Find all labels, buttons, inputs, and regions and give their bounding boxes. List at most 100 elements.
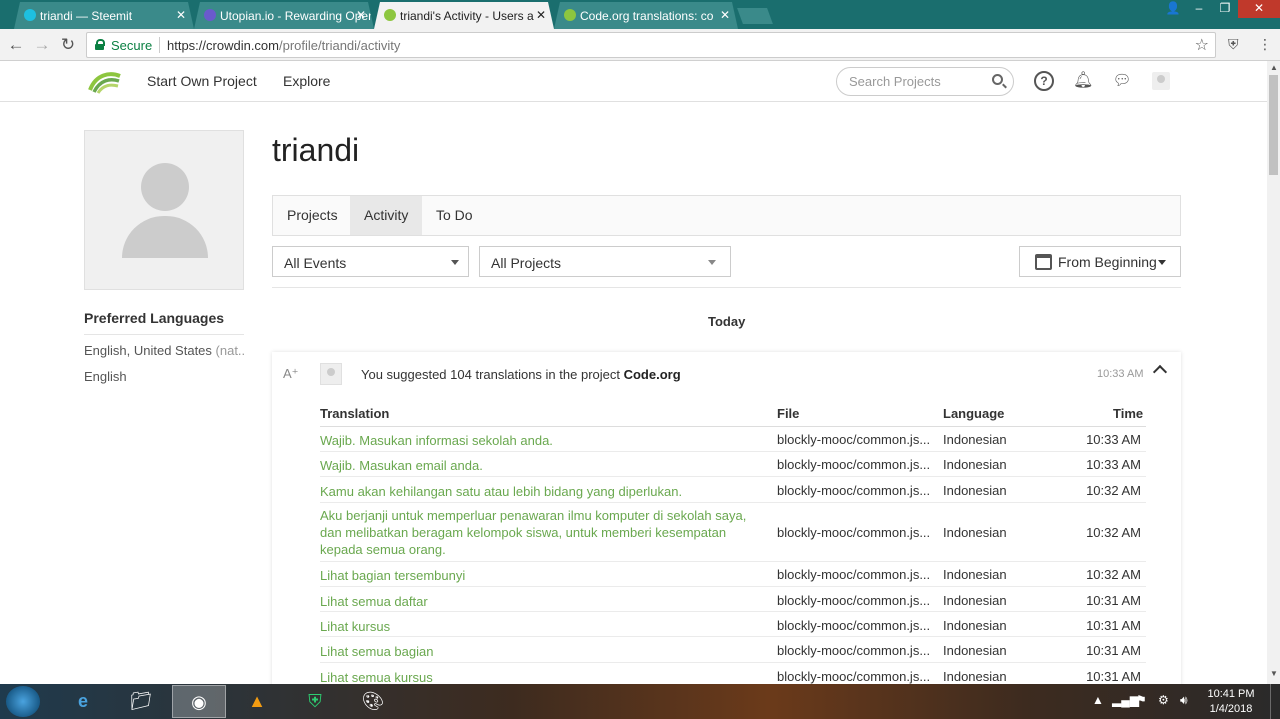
vlc-icon[interactable]: ▲ [230, 685, 284, 718]
browser-tab-utopian[interactable]: Utopian.io - Rewarding Open ✕ [194, 2, 374, 29]
language-cell: Indonesian [943, 643, 1007, 658]
language-cell: Indonesian [943, 593, 1007, 608]
reload-icon[interactable]: ↻ [58, 35, 78, 55]
profile-tabs: Projects Activity To Do [272, 195, 1181, 236]
file-cell: blockly-mooc/common.js... [777, 525, 931, 540]
projects-filter-value: All Projects [491, 255, 562, 271]
avatar-body [122, 216, 208, 258]
page-scrollbar[interactable]: ▲ ▼ [1267, 61, 1280, 684]
calendar-icon [1035, 254, 1052, 270]
language-cell: Indonesian [943, 618, 1007, 633]
tray-expand-icon[interactable]: ▲ [1092, 693, 1104, 707]
back-icon[interactable]: ← [6, 35, 26, 55]
translation-link[interactable]: Lihat semua bagian [320, 643, 760, 660]
new-tab-button[interactable] [737, 8, 773, 24]
preferred-language-item: English, United States (nat... [84, 343, 244, 358]
close-icon[interactable]: ✕ [720, 8, 730, 22]
taskbar-clock[interactable]: 10:41 PM 1/4/2018 [1206, 687, 1256, 717]
help-icon[interactable]: ? [1034, 71, 1054, 91]
tab-projects[interactable]: Projects [273, 196, 352, 235]
projects-filter-select[interactable]: All Projects [479, 246, 731, 277]
language-cell: Indonesian [943, 567, 1007, 582]
file-cell: blockly-mooc/common.js... [777, 643, 931, 658]
language-cell: Indonesian [943, 457, 1007, 472]
forward-icon[interactable]: → [32, 35, 52, 55]
avatar-head [141, 163, 189, 211]
translation-link[interactable]: Wajib. Masukan informasi sekolah anda. [320, 432, 760, 449]
time-cell: 10:31 AM [1086, 618, 1141, 633]
time-cell: 10:31 AM [1086, 669, 1141, 684]
flag-icon[interactable]: ⚑ [1136, 693, 1147, 707]
language-cell: Indonesian [943, 525, 1007, 540]
file-cell: blockly-mooc/common.js... [777, 618, 931, 633]
translation-link[interactable]: Lihat semua kursus [320, 669, 760, 684]
translation-link[interactable]: Wajib. Masukan email anda. [320, 457, 760, 474]
translation-link[interactable]: Aku berjanji untuk memperluar penawaran … [320, 507, 760, 558]
window-close-icon[interactable]: ✕ [1238, 0, 1280, 18]
bell-icon[interactable]: 🔔︎ [1073, 71, 1093, 91]
search-box [836, 67, 1014, 96]
preferred-language-item: English [84, 369, 244, 384]
menu-icon[interactable]: ⋮ [1258, 36, 1272, 53]
chrome-icon[interactable]: ◉ [172, 685, 226, 718]
crowdin-logo[interactable] [86, 68, 122, 96]
close-icon[interactable]: ✕ [356, 8, 366, 22]
scroll-up-icon[interactable]: ▲ [1270, 63, 1278, 72]
user-avatar-icon[interactable] [1152, 72, 1170, 90]
bookmark-star-icon[interactable]: ☆ [1195, 35, 1209, 55]
date-range-label: From Beginning [1058, 254, 1157, 270]
restore-icon[interactable]: ❐ [1212, 0, 1238, 18]
file-cell: blockly-mooc/common.js... [777, 669, 931, 684]
messages-icon[interactable]: 💬︎ [1112, 71, 1132, 91]
time-cell: 10:32 AM [1086, 483, 1141, 498]
translation-link[interactable]: Lihat semua daftar [320, 593, 760, 610]
close-icon[interactable]: ✕ [536, 8, 546, 22]
extension-shield-icon[interactable]: ⛨ [1228, 36, 1239, 53]
network-icon[interactable]: ⚙ [1158, 693, 1169, 707]
divider [272, 287, 1181, 288]
event-project-link[interactable]: Code.org [624, 367, 681, 382]
events-filter-select[interactable]: All Events [272, 246, 469, 277]
date-range-button[interactable]: From Beginning [1019, 246, 1181, 277]
tab-todo[interactable]: To Do [422, 196, 487, 235]
table-row: Aku berjanji untuk memperluar penawaran … [320, 503, 1146, 562]
minimize-icon[interactable]: ‒ [1186, 0, 1212, 18]
user-icon[interactable]: 👤 [1160, 0, 1186, 18]
language-name: English [84, 369, 127, 384]
scrollbar-thumb[interactable] [1269, 75, 1278, 175]
file-cell: blockly-mooc/common.js... [777, 593, 931, 608]
event-time: 10:33 AM [1097, 368, 1144, 380]
browser-tab-codeorg[interactable]: Code.org translations: co ✕ [554, 2, 738, 29]
crowdin-icon [564, 9, 576, 21]
address-bar[interactable]: Secure https://crowdin.com/profile/trian… [86, 32, 1216, 58]
nav-explore[interactable]: Explore [283, 73, 330, 89]
signal-icon: ▂▄▆ [1112, 693, 1139, 707]
translation-link[interactable]: Kamu akan kehilangan satu atau lebih bid… [320, 483, 760, 500]
table-row: Lihat kursus blockly-mooc/common.js... I… [320, 612, 1146, 637]
table-row: Lihat bagian tersembunyi blockly-mooc/co… [320, 562, 1146, 587]
table-row: Lihat semua kursus blockly-mooc/common.j… [320, 663, 1146, 684]
translation-link[interactable]: Lihat kursus [320, 618, 760, 635]
close-icon[interactable]: ✕ [176, 8, 186, 22]
search-icon[interactable] [992, 74, 1003, 85]
search-input[interactable] [849, 74, 989, 89]
file-cell: blockly-mooc/common.js... [777, 567, 931, 582]
volume-icon[interactable]: 🔊︎ [1180, 693, 1188, 708]
security-shield-icon[interactable]: ⛨ [288, 685, 342, 718]
crowdin-icon [384, 9, 396, 21]
preferred-languages-title: Preferred Languages [84, 310, 225, 326]
internet-explorer-icon[interactable]: e [56, 685, 110, 718]
show-desktop-button[interactable] [1270, 684, 1280, 719]
address-separator [159, 37, 160, 53]
url-text: https://crowdin.com/profile/triandi/acti… [167, 38, 400, 53]
browser-tab-activity[interactable]: triandi's Activity - Users a ✕ [374, 2, 554, 29]
browser-tab-steemit[interactable]: triandi — Steemit ✕ [14, 2, 194, 29]
translation-link[interactable]: Lihat bagian tersembunyi [320, 567, 760, 584]
nav-start-own-project[interactable]: Start Own Project [147, 73, 257, 89]
file-explorer-icon[interactable]: 📁︎ [114, 685, 168, 718]
tab-activity[interactable]: Activity [350, 196, 423, 235]
windows-start-icon[interactable] [6, 686, 40, 717]
scroll-down-icon[interactable]: ▼ [1270, 669, 1278, 678]
tab-title: Utopian.io - Rewarding Open [220, 9, 374, 23]
paint-icon[interactable]: 🎨︎ [346, 685, 400, 718]
